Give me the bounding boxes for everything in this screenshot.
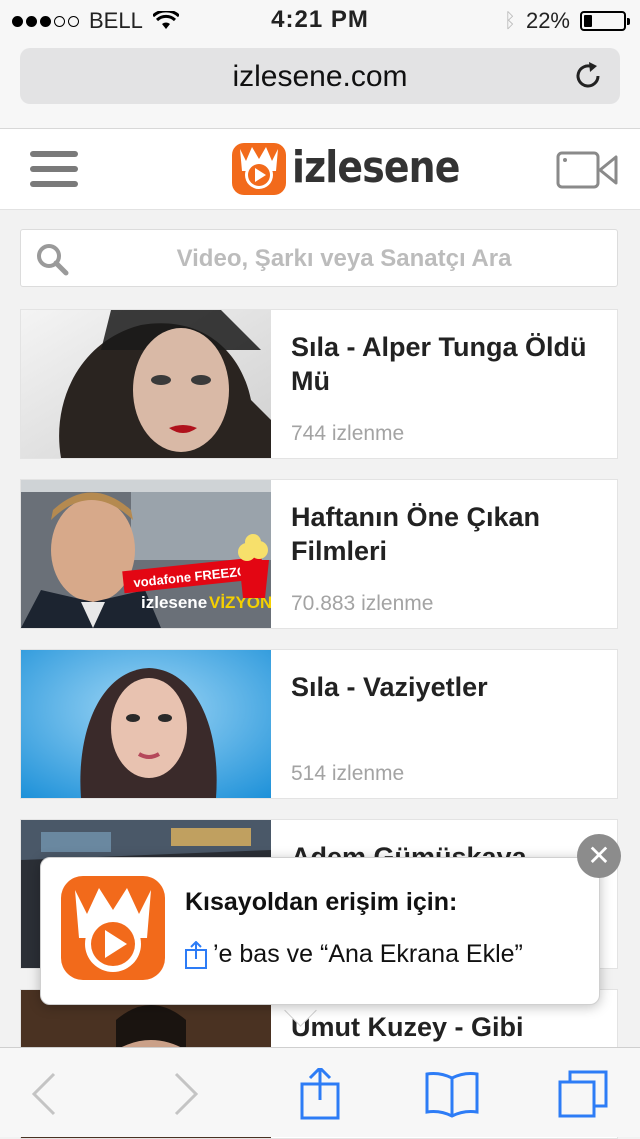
- safari-address-bar: izlesene.com: [0, 40, 640, 129]
- site-header: izlesene: [0, 129, 640, 210]
- vizyon-brand-text: izlesene: [141, 593, 207, 612]
- forward-arrow-icon[interactable]: [158, 1068, 214, 1120]
- tabs-icon[interactable]: [556, 1068, 612, 1120]
- popup-close-button[interactable]: ✕: [577, 834, 621, 878]
- url-text[interactable]: izlesene.com: [20, 60, 620, 94]
- wifi-icon: [152, 11, 179, 29]
- popup-message: ’e bas ve “Ana Ekrana Ekle”: [213, 940, 523, 968]
- share-icon: [185, 940, 207, 969]
- video-title[interactable]: Haftanın Öne Çıkan Filmleri: [291, 500, 601, 568]
- safari-toolbar: [0, 1047, 640, 1137]
- video-title[interactable]: Sıla - Alper Tunga Öldü Mü: [291, 330, 601, 398]
- bookmarks-icon[interactable]: [424, 1068, 480, 1120]
- carrier-name: BELL: [89, 8, 143, 33]
- search-box[interactable]: [20, 229, 618, 287]
- search-input[interactable]: [81, 238, 607, 280]
- hamburger-menu-icon[interactable]: [30, 151, 78, 187]
- izlesene-logo[interactable]: izlesene: [232, 139, 487, 195]
- video-list-item[interactable]: Sıla - Vaziyetler 514 izlenme: [20, 649, 618, 799]
- battery-icon: [580, 11, 630, 31]
- video-list-item[interactable]: vodafone FREEZONE izlesene VİZYON Haftan…: [20, 479, 618, 629]
- battery-level: [584, 15, 592, 27]
- popup-message-row: ’e bas ve “Ana Ekrana Ekle”: [185, 940, 523, 969]
- share-icon[interactable]: [292, 1068, 348, 1120]
- video-camera-icon[interactable]: [556, 151, 618, 189]
- view-count: 70.883 izlenme: [291, 592, 434, 615]
- izlesene-logo-icon: [232, 143, 286, 195]
- view-count: 514 izlenme: [291, 762, 405, 785]
- video-thumbnail[interactable]: vodafone FREEZONE izlesene VİZYON: [21, 480, 271, 628]
- izlesene-app-icon: [61, 876, 165, 980]
- popup-title: Kısayoldan erişim için:: [185, 888, 458, 916]
- video-title[interactable]: Umut Kuzey - Gibi: [291, 1010, 601, 1044]
- video-thumbnail[interactable]: [21, 310, 271, 458]
- status-left: BELL: [12, 8, 179, 34]
- status-bar: BELL 4:21 PM ᛒ 22%: [0, 0, 640, 40]
- battery-percent: 22%: [525, 8, 570, 33]
- back-arrow-icon[interactable]: [16, 1068, 72, 1120]
- logo-text: izlesene: [292, 141, 460, 193]
- video-list-item[interactable]: Sıla - Alper Tunga Öldü Mü 744 izlenme: [20, 309, 618, 459]
- view-count: 744 izlenme: [291, 422, 405, 445]
- reload-icon[interactable]: [572, 60, 604, 92]
- video-thumbnail[interactable]: [21, 650, 271, 798]
- url-field[interactable]: izlesene.com: [20, 48, 620, 104]
- bluetooth-icon: ᛒ: [503, 9, 516, 32]
- signal-strength-icon: [12, 15, 79, 27]
- status-right: ᛒ 22%: [503, 8, 630, 34]
- add-to-home-popup: Kısayoldan erişim için: ’e bas ve “Ana E…: [40, 857, 600, 1005]
- video-title[interactable]: Sıla - Vaziyetler: [291, 670, 601, 704]
- search-icon[interactable]: [35, 242, 69, 276]
